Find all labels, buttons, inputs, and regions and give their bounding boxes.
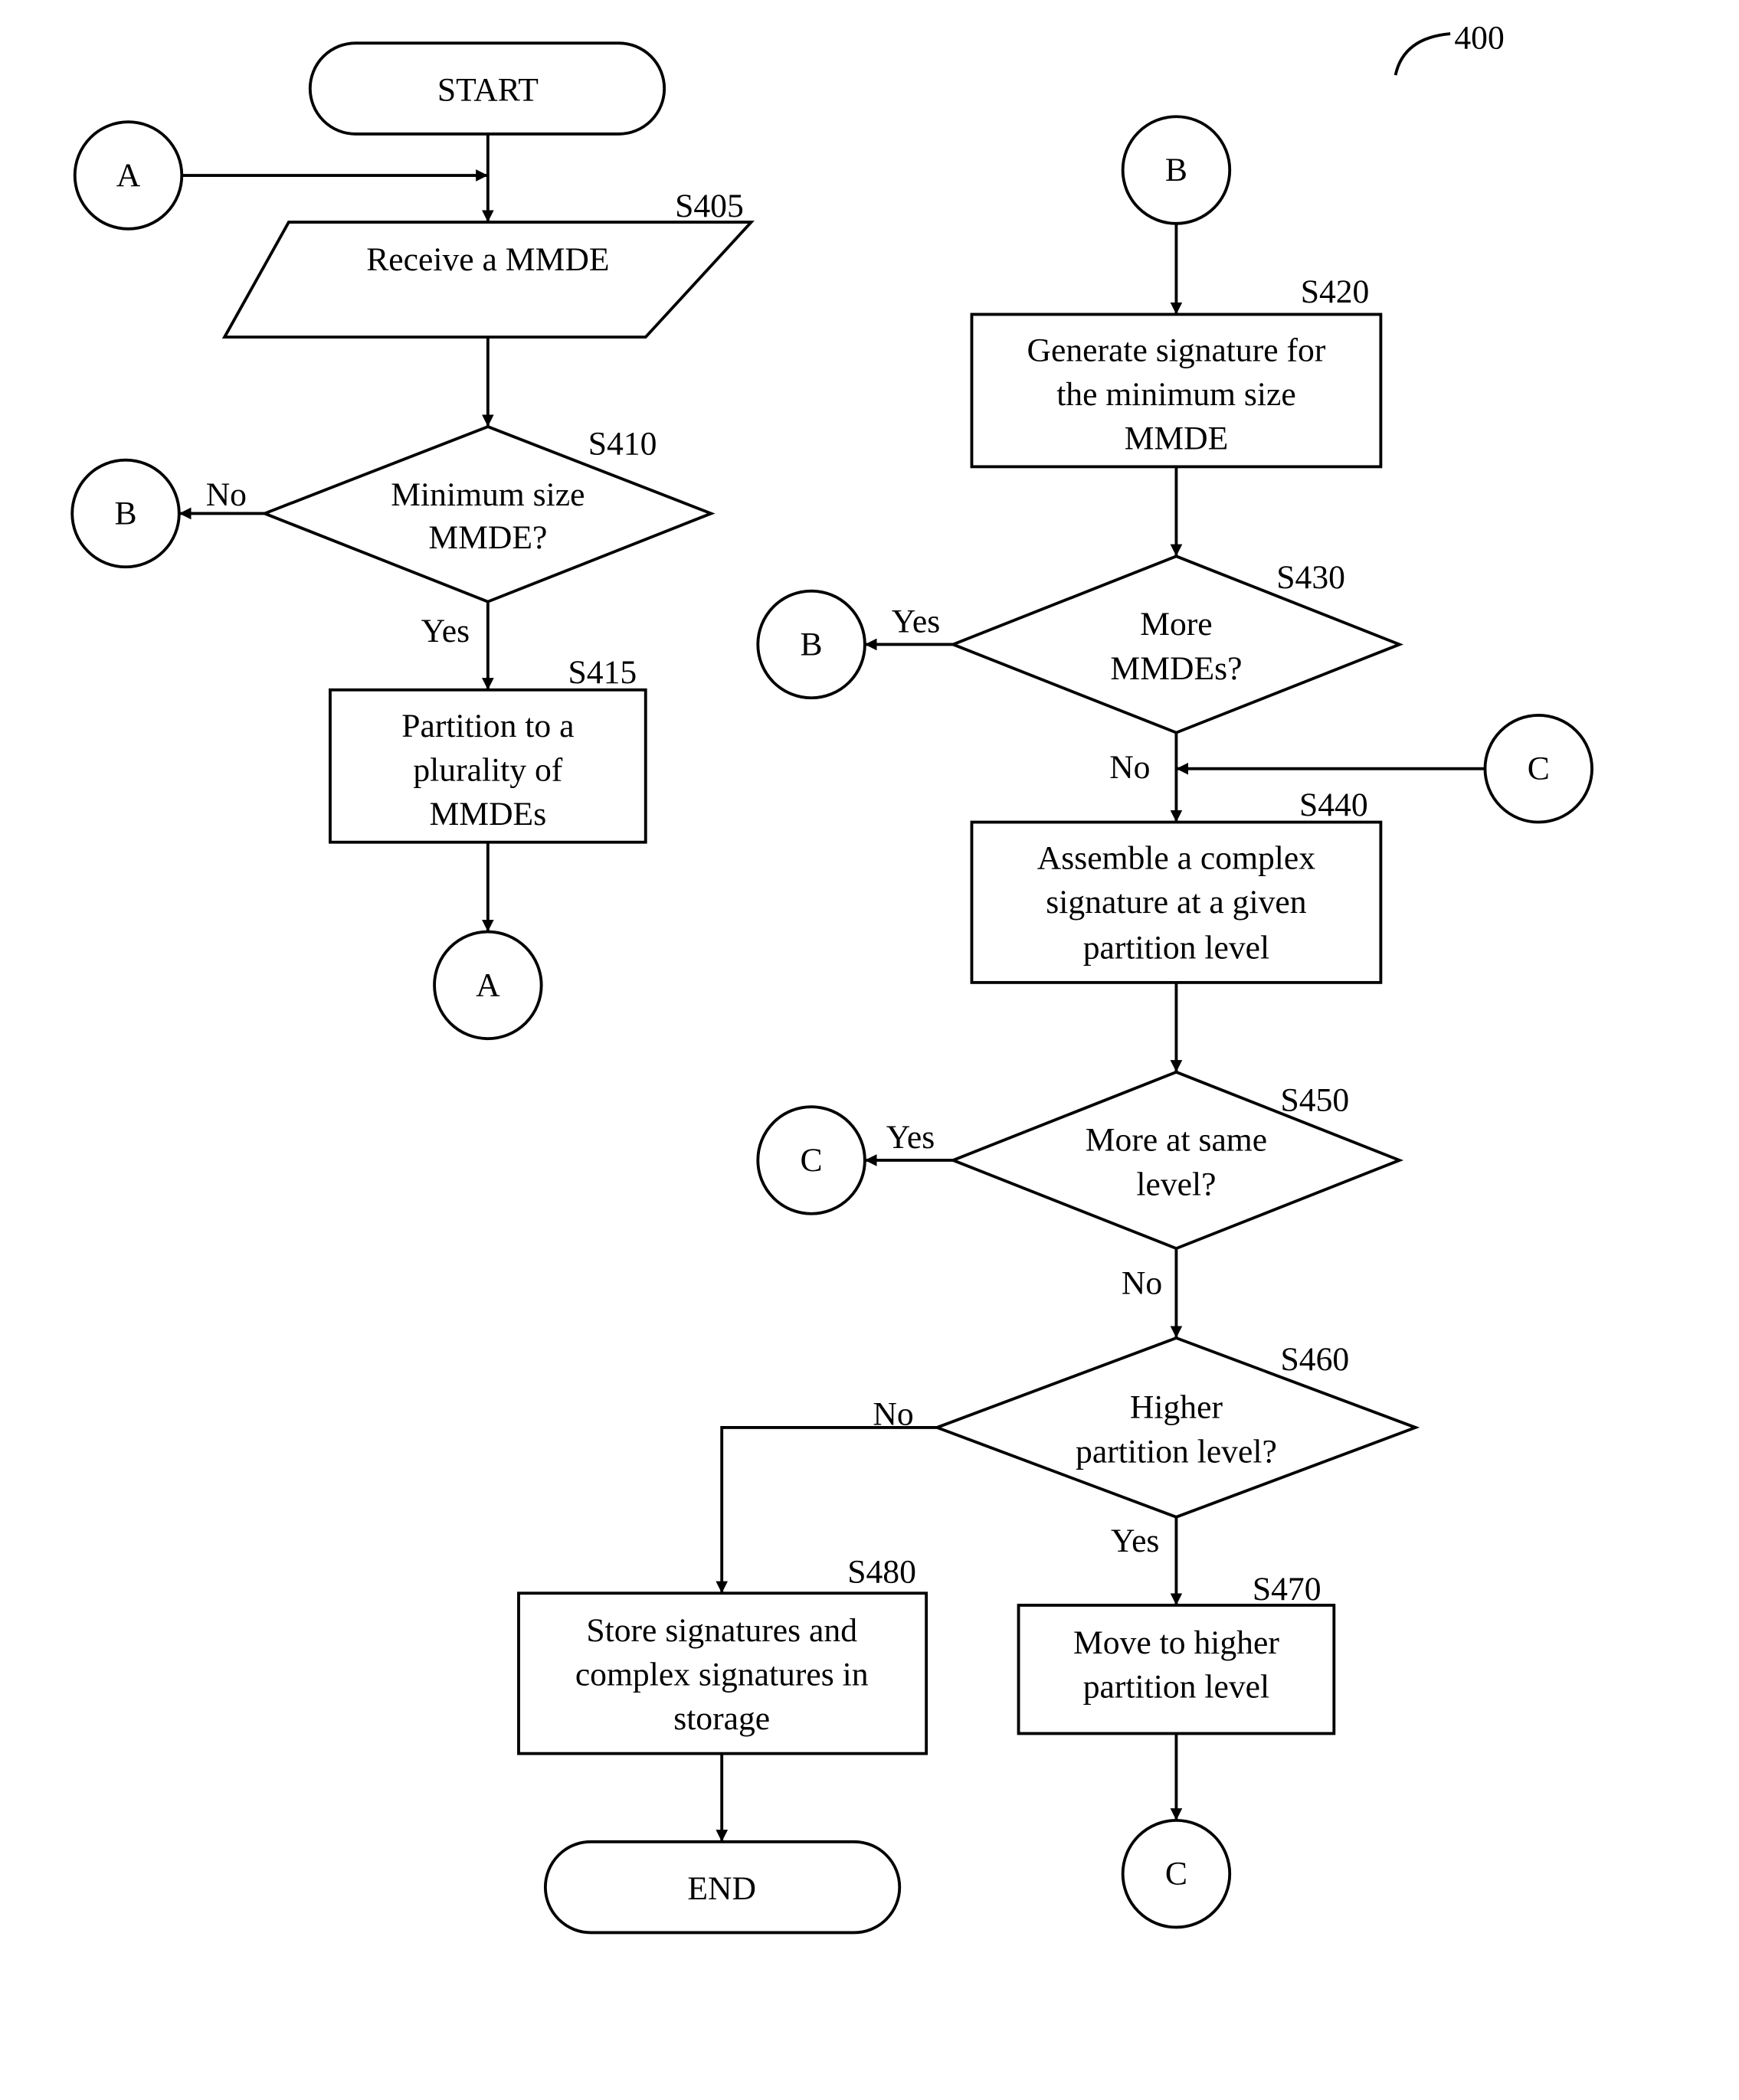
connector-c-in-label: C <box>1528 751 1550 787</box>
s460-yes-label: Yes <box>1111 1523 1159 1559</box>
s450-yes-label: Yes <box>886 1119 935 1156</box>
s460-text-line-1: Higher <box>1130 1389 1223 1426</box>
s460-step-id: S460 <box>1281 1341 1350 1378</box>
s480-text-line-1: Store signatures and <box>586 1612 857 1649</box>
step-s405-receive-mmde[interactable]: Receive a MMDE <box>221 221 755 339</box>
connector-b-s430[interactable]: B <box>756 589 866 700</box>
s415-step-id: S415 <box>568 654 637 691</box>
s420-text-line-1: Generate signature for <box>1027 332 1325 369</box>
s440-text-line-2: signature at a given <box>1046 884 1306 921</box>
step-s470-move-higher-level[interactable]: Move to higher partition level <box>1017 1604 1336 1735</box>
s480-text-line-3: storage <box>673 1700 770 1737</box>
s410-text-line-2: MMDE? <box>428 519 547 556</box>
connector-c-in[interactable]: C <box>1483 714 1593 824</box>
s440-text-line-1: Assemble a complex <box>1037 840 1316 877</box>
end-label: END <box>687 1870 756 1907</box>
s460-no-label: No <box>873 1395 913 1432</box>
s450-no-label: No <box>1122 1264 1162 1301</box>
s470-text-line-1: Move to higher <box>1073 1624 1279 1661</box>
connector-b-left[interactable]: B <box>70 458 181 569</box>
connector-b-top[interactable]: B <box>1121 115 1232 225</box>
connector-c-s450-label: C <box>801 1142 823 1179</box>
s470-text-line-2: partition level <box>1083 1668 1269 1705</box>
connector-b-s430-label: B <box>801 626 823 662</box>
step-s415-partition[interactable]: Partition to a plurality of MMDEs <box>329 688 647 844</box>
s430-text-line-2: MMDEs? <box>1110 650 1242 687</box>
s450-step-id: S450 <box>1281 1081 1350 1118</box>
s415-text-line-1: Partition to a <box>401 708 574 744</box>
connector-a-out-label: A <box>476 967 500 1003</box>
start-terminal[interactable]: START <box>308 41 666 136</box>
s480-text-line-2: complex signatures in <box>575 1657 869 1693</box>
s430-step-id: S430 <box>1276 559 1345 596</box>
connector-a-out[interactable]: A <box>433 930 543 1041</box>
step-s420-generate-signature[interactable]: Generate signature for the minimum size … <box>970 312 1383 469</box>
s450-text-line-2: level? <box>1136 1166 1216 1202</box>
s430-text-line-1: More <box>1140 606 1212 643</box>
s405-step-id: S405 <box>675 188 744 224</box>
connector-c-out[interactable]: C <box>1121 1818 1232 1929</box>
s480-step-id: S480 <box>847 1553 916 1590</box>
s415-text-line-2: plurality of <box>413 751 562 788</box>
s470-step-id: S470 <box>1253 1571 1321 1608</box>
start-label: START <box>437 71 539 108</box>
connector-a-in[interactable]: A <box>73 120 184 231</box>
flowchart-400: 400 START A Receive a MMDE S405 Minimum … <box>70 19 1593 1935</box>
s450-text-line-1: More at same <box>1086 1122 1267 1159</box>
s430-no-label: No <box>1109 749 1150 786</box>
step-s480-store-signatures[interactable]: Store signatures and complex signatures … <box>517 1591 928 1755</box>
s410-text-line-1: Minimum size <box>391 476 585 513</box>
s420-text-line-2: the minimum size <box>1056 376 1295 413</box>
step-s440-assemble-complex-signature[interactable]: Assemble a complex signature at a given … <box>970 820 1383 984</box>
s415-text-line-3: MMDEs <box>430 796 547 832</box>
connector-a-in-label: A <box>116 157 141 194</box>
connector-c-s450[interactable]: C <box>756 1105 866 1215</box>
connector-c-out-label: C <box>1165 1856 1187 1892</box>
reference-number: 400 <box>1454 19 1504 56</box>
s430-yes-label: Yes <box>892 604 940 640</box>
s460-text-line-2: partition level? <box>1076 1433 1277 1470</box>
s420-step-id: S420 <box>1301 273 1370 310</box>
reference-leader-line <box>1393 32 1451 76</box>
connector-b-top-label: B <box>1165 152 1187 188</box>
end-terminal[interactable]: END <box>543 1840 902 1935</box>
s440-step-id: S440 <box>1299 787 1368 823</box>
s405-text-line-1: Receive a MMDE <box>366 241 609 278</box>
s410-step-id: S410 <box>588 426 657 463</box>
connector-b-left-label: B <box>114 495 136 532</box>
s410-no-label: No <box>206 476 247 513</box>
s420-text-line-3: MMDE <box>1125 420 1229 457</box>
s440-text-line-3: partition level <box>1083 929 1269 966</box>
s410-yes-label: Yes <box>421 613 470 649</box>
